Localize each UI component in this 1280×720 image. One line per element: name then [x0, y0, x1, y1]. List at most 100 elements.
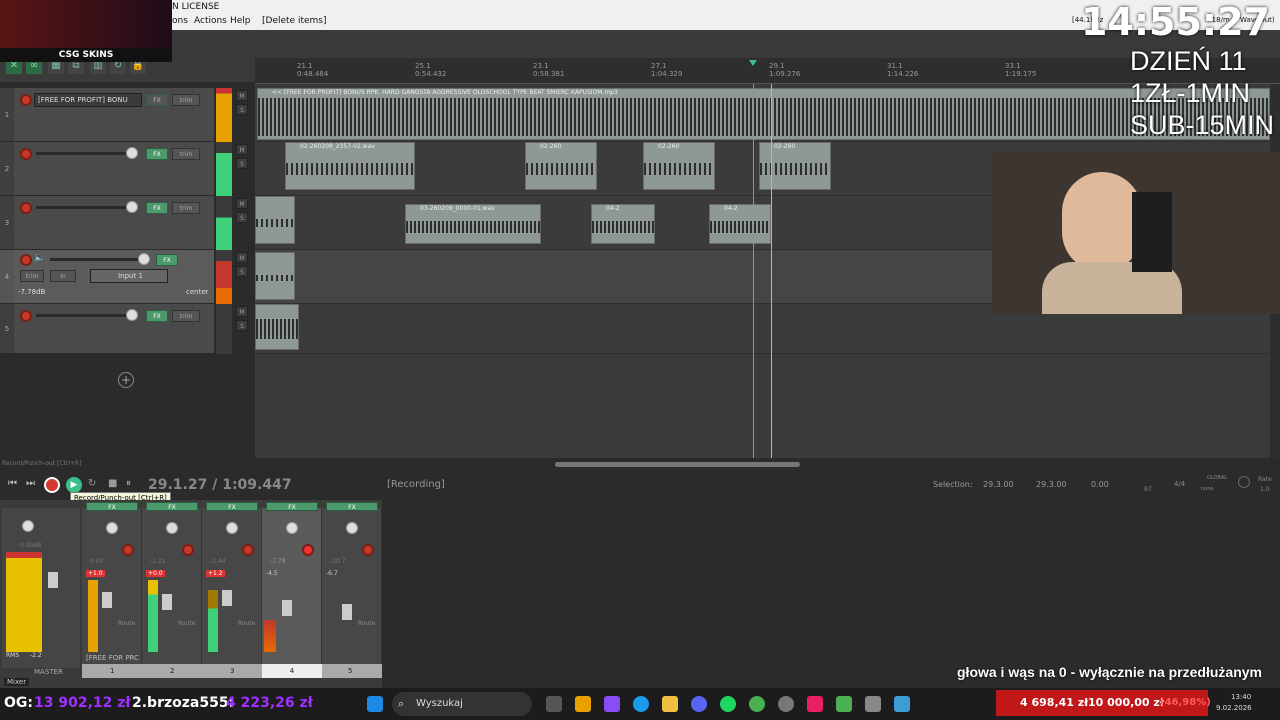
route-label[interactable]: Route [118, 620, 135, 627]
record-arm-button[interactable] [362, 544, 374, 556]
media-item[interactable] [255, 304, 299, 350]
fx-button[interactable]: FX [146, 94, 168, 106]
channel-number[interactable]: 2 [170, 664, 174, 678]
record-arm-button[interactable] [122, 544, 134, 556]
app-icon[interactable] [836, 696, 852, 712]
trim-button[interactable]: trim [172, 310, 200, 322]
media-item[interactable] [255, 196, 295, 244]
fx-button[interactable]: FX [156, 254, 178, 266]
menu-actions[interactable]: Actions [194, 16, 227, 26]
time-signature[interactable]: 4/4 [1174, 480, 1185, 488]
record-button[interactable] [44, 477, 60, 493]
mute-button[interactable]: M [236, 144, 248, 155]
media-item[interactable]: 04-2 [709, 204, 771, 244]
channel-number[interactable]: 5 [348, 664, 352, 678]
track-5[interactable]: FX trim [14, 304, 214, 354]
track-number[interactable]: 1 [0, 88, 14, 142]
master-pan-knob[interactable] [22, 520, 34, 532]
volume-knob[interactable] [126, 201, 138, 213]
rate-knob[interactable] [1238, 476, 1250, 488]
media-item[interactable]: 02-260208_2357-02.wav [285, 142, 415, 190]
menu-options[interactable]: ons [172, 16, 188, 26]
record-arm-button[interactable] [20, 254, 32, 266]
chrome-icon[interactable] [749, 696, 765, 712]
track-name[interactable]: [FREE FOR PROFIT] BONU [34, 93, 142, 107]
ripple-icon[interactable]: ▥ [90, 60, 106, 74]
mute-button[interactable]: M [236, 252, 248, 263]
channel-number[interactable]: 3 [230, 664, 234, 678]
pan-knob[interactable] [166, 522, 178, 534]
record-arm-button[interactable] [182, 544, 194, 556]
channel-fader[interactable] [222, 590, 232, 606]
channel-number[interactable]: 1 [110, 664, 114, 678]
channel-fader[interactable] [102, 592, 112, 608]
notepad-icon[interactable] [894, 696, 910, 712]
solo-button[interactable]: S [236, 212, 248, 223]
tiktok-icon[interactable] [807, 696, 823, 712]
record-arm-button[interactable] [302, 544, 314, 556]
track-number[interactable]: 2 [0, 142, 14, 196]
pan-knob[interactable] [226, 522, 238, 534]
volume-knob[interactable] [126, 309, 138, 321]
mute-button[interactable]: M [236, 198, 248, 209]
volume-slider[interactable] [50, 258, 146, 261]
record-arm-button[interactable] [20, 310, 32, 322]
media-item[interactable]: 02-260 [643, 142, 715, 190]
track-number[interactable]: 3 [0, 196, 14, 250]
file-explorer-icon[interactable] [662, 696, 678, 712]
grid-icon[interactable]: ▦ [48, 60, 64, 74]
track-1[interactable]: [FREE FOR PROFIT] BONU FX trim [14, 88, 214, 142]
discord-icon[interactable] [691, 696, 707, 712]
loop-icon[interactable]: ↻ [88, 478, 96, 489]
media-item[interactable] [255, 252, 295, 300]
media-item[interactable]: << [FREE FOR PROFIT] BONUS RPK, HARD GAN… [257, 88, 1270, 140]
go-start-icon[interactable]: ⏮ [8, 478, 17, 489]
store-icon[interactable] [575, 696, 591, 712]
lock-icon[interactable]: 🔒 [130, 60, 146, 74]
bpm[interactable]: 97 [1144, 486, 1152, 493]
cut-icon[interactable]: ✕ [6, 60, 22, 74]
snap-icon[interactable]: ⧉ [68, 60, 84, 74]
channel-number[interactable]: 4 [262, 664, 322, 678]
rate-value[interactable]: 1.0 [1260, 486, 1270, 493]
horizontal-scrollbar[interactable] [555, 462, 800, 467]
go-end-icon[interactable]: ⏭ [26, 478, 35, 489]
record-arm-button[interactable] [20, 94, 32, 106]
mute-button[interactable]: M [236, 306, 248, 317]
fx-button[interactable]: FX [146, 310, 168, 322]
mixer-channel-4[interactable]: FX -7.78 -4.5 [262, 502, 322, 668]
input-button[interactable]: in [50, 270, 76, 282]
pan-knob[interactable] [346, 522, 358, 534]
track-number[interactable]: 5 [0, 304, 14, 354]
route-label[interactable]: Route [358, 620, 375, 627]
volume-slider[interactable] [36, 152, 136, 155]
solo-button[interactable]: S [236, 104, 248, 115]
channel-fader[interactable] [162, 594, 172, 610]
playhead-marker[interactable] [749, 60, 757, 66]
media-item[interactable]: 03-260209_0000-01.wav [405, 204, 541, 244]
mixer-tab[interactable]: Mixer [4, 678, 30, 686]
copilot-icon[interactable] [604, 696, 620, 712]
global-mode[interactable]: none [1201, 486, 1213, 492]
solo-button[interactable]: S [236, 266, 248, 277]
trim-button[interactable]: trim [20, 270, 44, 282]
timeline-ruler[interactable]: 21.1 0:48.484 25.1 0:54.432 23.1 0:58.381 2… [255, 58, 1280, 84]
fx-button[interactable]: FX [146, 502, 198, 511]
route-label[interactable]: Route [238, 620, 255, 627]
pan-knob[interactable] [106, 522, 118, 534]
taskbar-date[interactable]: 9.02.2026 [1216, 704, 1252, 712]
menu-help[interactable]: Help [230, 16, 251, 26]
fx-button[interactable]: FX [146, 148, 168, 160]
track-2[interactable]: FX trim [14, 142, 214, 196]
media-item[interactable]: 02-260 [759, 142, 831, 190]
fx-button[interactable]: FX [266, 502, 318, 511]
taskbar-time[interactable]: 13:40 [1231, 693, 1251, 701]
channel-fader[interactable] [282, 600, 292, 616]
solo-button[interactable]: S [236, 158, 248, 169]
trim-button[interactable]: trim [172, 202, 200, 214]
volume-knob[interactable] [138, 253, 150, 265]
volume-slider[interactable] [36, 314, 136, 317]
track-4[interactable]: 🔈 FX trim in Input 1 -7.78dB center [14, 250, 214, 304]
mixer-channel-5[interactable]: FX -10.7 -6.7 Route [322, 502, 382, 668]
mixer-channel-2[interactable]: FX -1.22 +0.0 Route [142, 502, 202, 668]
